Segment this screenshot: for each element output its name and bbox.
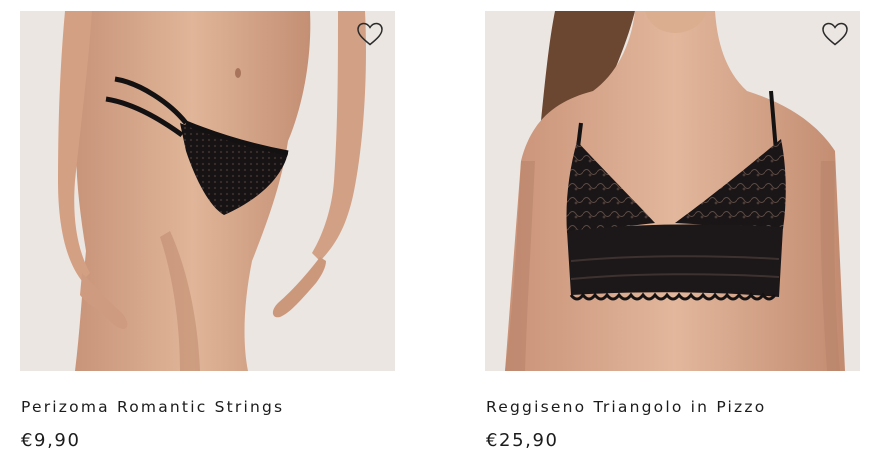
product-name[interactable]: Reggiseno Triangolo in Pizzo: [486, 398, 766, 416]
heart-outline-icon: [357, 22, 383, 46]
product-price: €25,90: [486, 430, 559, 451]
heart-outline-icon: [822, 22, 848, 46]
product-card[interactable]: Perizoma Romantic Strings €9,90: [20, 0, 395, 451]
product-price: €9,90: [21, 430, 81, 451]
product-photo-bralette: [485, 11, 860, 371]
wishlist-button[interactable]: [356, 21, 384, 47]
product-card[interactable]: Reggiseno Triangolo in Pizzo €25,90: [485, 0, 860, 451]
product-image[interactable]: [20, 11, 395, 371]
product-photo-thong: [20, 11, 395, 371]
product-name[interactable]: Perizoma Romantic Strings: [21, 398, 284, 416]
wishlist-button[interactable]: [821, 21, 849, 47]
product-image[interactable]: [485, 11, 860, 371]
